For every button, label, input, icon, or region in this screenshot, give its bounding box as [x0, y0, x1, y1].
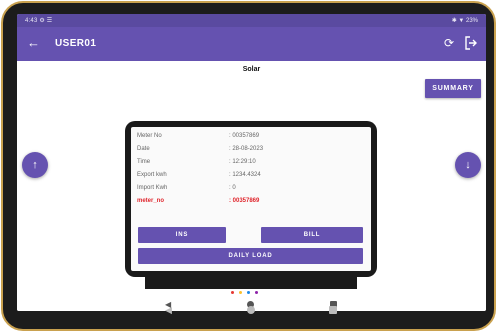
- meter-panel: Meter No : 00357869 Date : 28-08-2023 Ti…: [125, 121, 377, 277]
- status-time: 4:43: [25, 18, 38, 24]
- summary-button[interactable]: SUMMARY: [425, 79, 481, 98]
- refresh-icon[interactable]: ⟳: [444, 35, 454, 51]
- bezel-nav: ◀: [3, 299, 497, 331]
- meter-info-card: Meter No : 00357869 Date : 28-08-2023 Ti…: [131, 127, 371, 271]
- back-triangle-icon[interactable]: ◀: [165, 305, 172, 316]
- info-row-export-kwh: Export kwh : 1234.4324: [137, 172, 261, 178]
- recents-square-icon[interactable]: [329, 306, 337, 314]
- arrow-left-icon[interactable]: ←: [27, 35, 40, 51]
- app-title: USER01: [55, 38, 97, 49]
- status-battery: ✱ ▼ 23%: [451, 18, 478, 24]
- app-bar: ← USER01 ⟳: [17, 27, 486, 61]
- scroll-up-button[interactable]: ↑: [22, 152, 48, 178]
- page-title: Solar: [242, 66, 261, 73]
- status-icons: ⚙ ☰: [39, 18, 53, 24]
- ins-button[interactable]: INS: [138, 227, 226, 243]
- arrow-up-icon: ↑: [32, 159, 38, 171]
- info-row-meter-no-highlight: meter_no : 00357869: [137, 198, 260, 204]
- color-dots: [231, 291, 271, 295]
- status-bar: 4:43 ⚙ ☰ ✱ ▼ 23%: [17, 14, 486, 27]
- panel-base: [145, 277, 357, 289]
- tablet-bezel: 4:43 ⚙ ☰ ✱ ▼ 23% ← USER01 ⟳ Solar SUMMAR…: [1, 1, 496, 331]
- daily-load-button[interactable]: DAILY LOAD: [138, 248, 363, 264]
- info-row-date: Date : 28-08-2023: [137, 146, 264, 152]
- bill-button[interactable]: BILL: [261, 227, 363, 243]
- info-row-time: Time : 12:29:10: [137, 159, 256, 165]
- info-row-meter-no: Meter No : 00357869: [137, 133, 260, 139]
- logout-icon[interactable]: [464, 35, 478, 51]
- info-row-import-kwh: Import Kwh : 0: [137, 185, 236, 191]
- screen: 4:43 ⚙ ☰ ✱ ▼ 23% ← USER01 ⟳ Solar SUMMAR…: [17, 14, 486, 311]
- home-circle-icon[interactable]: [247, 306, 255, 314]
- scroll-down-button[interactable]: ↓: [455, 152, 481, 178]
- arrow-down-icon: ↓: [465, 159, 471, 171]
